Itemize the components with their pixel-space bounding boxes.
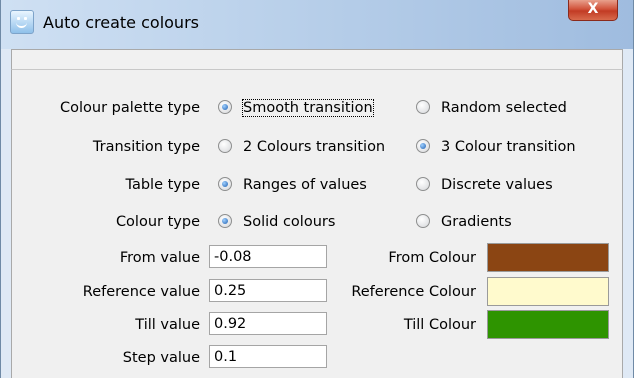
option-solid-colours[interactable]: Solid colours	[218, 214, 335, 230]
step-value-input[interactable]	[209, 345, 327, 368]
window-title: Auto create colours	[43, 13, 199, 32]
option-label: 3 Colour transition	[441, 139, 576, 155]
option-label: 2 Colours transition	[243, 139, 386, 155]
reference-colour-swatch[interactable]	[487, 277, 609, 306]
close-button[interactable]: X	[568, 0, 618, 21]
colour-type-label: Colour type	[115, 214, 200, 230]
from-value-label: From value	[119, 250, 200, 266]
option-3-colour-transition[interactable]: 3 Colour transition	[416, 139, 576, 155]
till-colour-swatch[interactable]	[487, 310, 609, 339]
option-label: Gradients	[441, 214, 512, 230]
radio-icon[interactable]	[416, 177, 430, 191]
option-label: Ranges of values	[243, 177, 367, 193]
from-colour-swatch[interactable]	[487, 243, 609, 272]
settings-panel: Colour palette type Smooth transition Ra…	[11, 69, 623, 378]
till-colour-label: Till Colour	[403, 317, 476, 333]
option-2-colours-transition[interactable]: 2 Colours transition	[218, 139, 385, 155]
reference-value-label: Reference value	[82, 284, 200, 300]
colour-palette-type-label: Colour palette type	[60, 100, 200, 116]
radio-icon[interactable]	[416, 214, 430, 228]
from-colour-label: From Colour	[388, 250, 476, 266]
radio-icon[interactable]	[218, 100, 232, 114]
option-label: Smooth transition	[242, 99, 374, 117]
app-icon	[10, 10, 34, 34]
option-label: Solid colours	[243, 214, 336, 230]
option-discrete-values[interactable]: Discrete values	[416, 177, 553, 193]
toolbar-strip	[11, 49, 623, 70]
transition-type-label: Transition type	[92, 139, 200, 155]
step-value-label: Step value	[122, 350, 200, 366]
table-type-label: Table type	[125, 177, 201, 193]
radio-icon[interactable]	[218, 139, 232, 153]
option-ranges-of-values[interactable]: Ranges of values	[218, 177, 367, 193]
till-value-input[interactable]	[209, 312, 327, 335]
from-value-input[interactable]	[209, 245, 327, 268]
option-gradients[interactable]: Gradients	[416, 214, 512, 230]
reference-colour-label: Reference Colour	[351, 284, 476, 300]
auto-create-colours-dialog: Auto create colours X Colour palette typ…	[0, 0, 634, 378]
radio-icon[interactable]	[218, 177, 232, 191]
radio-icon[interactable]	[218, 214, 232, 228]
option-smooth-transition[interactable]: Smooth transition	[218, 99, 374, 117]
option-random-selected[interactable]: Random selected	[416, 100, 567, 116]
reference-value-input[interactable]	[209, 279, 327, 302]
option-label: Random selected	[441, 100, 567, 116]
title-bar[interactable]: Auto create colours X	[1, 0, 633, 49]
option-label: Discrete values	[441, 177, 553, 193]
till-value-label: Till value	[135, 317, 200, 333]
radio-icon[interactable]	[416, 100, 430, 114]
radio-icon[interactable]	[416, 139, 430, 153]
